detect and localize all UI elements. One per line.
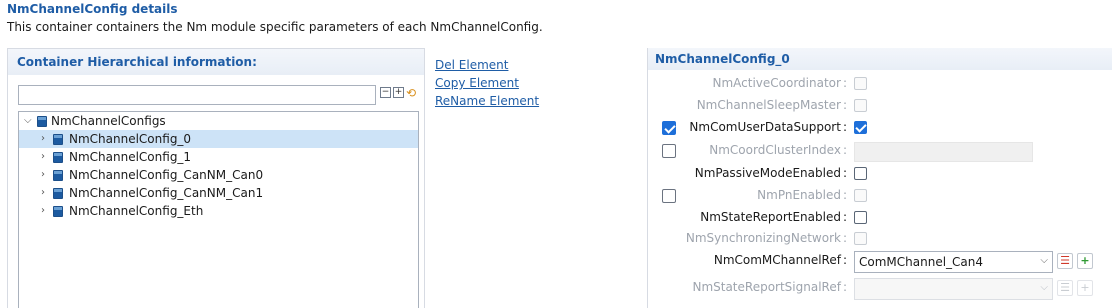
element-actions: Del Element Copy Element ReName Element — [435, 56, 539, 110]
container-node-icon — [53, 188, 63, 199]
chevron-down-icon[interactable]: ⌵ — [1040, 282, 1048, 293]
param-label: NmComMChannelRef: — [713, 253, 847, 267]
param-nmpassivemodeenabled: NmPassiveModeEnabled: — [648, 163, 1112, 185]
param-nmactivecoordinator: NmActiveCoordinator: — [648, 73, 1112, 95]
tree-item-nmchannelconfig-0[interactable]: › NmChannelConfig_0 — [19, 130, 418, 148]
nmstatereportenabled-checkbox[interactable] — [854, 211, 867, 224]
param-label: NmStateReportSignalRef: — [692, 280, 847, 294]
chevron-right-icon[interactable]: › — [41, 202, 45, 220]
tree-item-nmchannelconfig-1[interactable]: › NmChannelConfig_1 — [19, 148, 418, 166]
tree-item-label: NmChannelConfig_CanNM_Can1 — [69, 186, 264, 200]
rename-element-link[interactable]: ReName Element — [435, 92, 539, 110]
nmactivecoordinator-checkbox[interactable] — [854, 77, 867, 90]
chevron-right-icon[interactable]: › — [41, 130, 45, 148]
chevron-down-icon[interactable]: ⌵ — [1040, 255, 1048, 266]
tree-item-label: NmChannelConfig_CanNM_Can0 — [69, 168, 264, 182]
hierarchy-panel: Container Hierarchical information: − + … — [7, 48, 425, 308]
del-element-link[interactable]: Del Element — [435, 56, 539, 74]
copy-element-link[interactable]: Copy Element — [435, 74, 539, 92]
page-description: This container containers the Nm module … — [7, 20, 543, 34]
param-nmcomuserdatasupport: NmComUserDataSupport: — [648, 117, 1112, 139]
nmchannelsleepmaster-checkbox[interactable] — [854, 99, 867, 112]
tree-filter-input[interactable] — [18, 85, 376, 105]
param-nmcommchannelref: NmComMChannelRef: ComMChannel_Can4 ⌵ ☰ + — [648, 250, 1112, 273]
tree-toolbar: − + ⟲ — [380, 87, 418, 99]
tree-item-label: NmChannelConfig_Eth — [69, 204, 204, 218]
hierarchy-panel-header: Container Hierarchical information: — [8, 49, 424, 75]
chevron-down-icon[interactable]: ⌵ — [24, 112, 32, 130]
nmsynchronizingnetwork-checkbox[interactable] — [854, 232, 867, 245]
nmcoordclusterindex-field[interactable] — [854, 142, 1033, 162]
nmstatereportsignalref-select[interactable]: ⌵ — [854, 278, 1053, 300]
param-label: NmChannelSleepMaster: — [696, 98, 847, 112]
chevron-right-icon[interactable]: › — [41, 184, 45, 202]
nmpnenabled-checkbox[interactable] — [854, 189, 867, 202]
select-value: ComMChannel_Can4 — [859, 255, 984, 269]
container-node-icon — [53, 206, 63, 217]
container-node-icon — [53, 152, 63, 163]
container-node-icon — [53, 134, 63, 145]
details-panel-header: NmChannelConfig_0 — [648, 48, 1112, 70]
param-label: NmCoordClusterIndex: — [709, 143, 847, 157]
details-panel: NmChannelConfig_0 NmActiveCoordinator: N… — [647, 48, 1112, 308]
expand-all-icon[interactable]: + — [393, 87, 404, 98]
param-label: NmSynchronizingNetwork: — [685, 231, 847, 245]
param-nmstatereportenabled: NmStateReportEnabled: — [648, 207, 1112, 229]
list-icon[interactable]: ☰ — [1057, 253, 1073, 269]
tree-item-nmchannelconfig-eth[interactable]: › NmChannelConfig_Eth — [19, 202, 418, 220]
param-label: NmPnEnabled: — [757, 188, 847, 202]
tree-item-label: NmChannelConfig_0 — [69, 132, 192, 146]
details-title: NmChannelConfig_0 — [655, 52, 790, 66]
container-node-icon — [53, 170, 63, 181]
nmcomuserdatasupport-enable-checkbox[interactable] — [662, 121, 676, 135]
param-nmstatereportsignalref: NmStateReportSignalRef: ⌵ ☰ + — [648, 277, 1112, 300]
tree-item-label: NmChannelConfig_1 — [69, 150, 192, 164]
page-header: NmChannelConfig details This container c… — [0, 0, 1112, 40]
param-nmcoordclusterindex: NmCoordClusterIndex: — [648, 140, 1112, 162]
tree-item-nmchannelconfig-cannm-can0[interactable]: › NmChannelConfig_CanNM_Can0 — [19, 166, 418, 184]
nmpnenabled-enable-checkbox[interactable] — [662, 189, 676, 203]
param-label: NmActiveCoordinator: — [712, 76, 847, 90]
container-tree: ⌵ NmChannelConfigs › NmChannelConfig_0 ›… — [18, 111, 419, 308]
container-node-icon — [37, 116, 47, 127]
add-icon[interactable]: + — [1077, 253, 1093, 269]
nmcoordclusterindex-enable-checkbox[interactable] — [662, 144, 676, 158]
param-nmchannelsleepmaster: NmChannelSleepMaster: — [648, 95, 1112, 117]
nmpassivemodeenabled-checkbox[interactable] — [854, 167, 867, 180]
chevron-right-icon[interactable]: › — [41, 148, 45, 166]
nmcommchannelref-select[interactable]: ComMChannel_Can4 ⌵ — [854, 251, 1053, 273]
param-label: NmStateReportEnabled: — [700, 210, 847, 224]
link-sync-icon[interactable]: ⟲ — [406, 87, 418, 99]
add-icon[interactable]: + — [1077, 280, 1093, 296]
nmcomuserdatasupport-checkbox[interactable] — [854, 121, 867, 134]
tree-root-row[interactable]: ⌵ NmChannelConfigs — [19, 112, 418, 130]
param-label: NmPassiveModeEnabled: — [694, 166, 847, 180]
chevron-right-icon[interactable]: › — [41, 166, 45, 184]
param-nmsynchronizingnetwork: NmSynchronizingNetwork: — [648, 228, 1112, 250]
param-nmpnenabled: NmPnEnabled: — [648, 185, 1112, 207]
tree-item-nmchannelconfig-cannm-can1[interactable]: › NmChannelConfig_CanNM_Can1 — [19, 184, 418, 202]
tree-root-label: NmChannelConfigs — [51, 114, 166, 128]
hierarchy-panel-title: Container Hierarchical information: — [17, 55, 257, 69]
collapse-all-icon[interactable]: − — [380, 87, 391, 98]
param-label: NmComUserDataSupport: — [689, 120, 847, 134]
list-icon[interactable]: ☰ — [1057, 280, 1073, 296]
page-title: NmChannelConfig details — [7, 2, 178, 16]
